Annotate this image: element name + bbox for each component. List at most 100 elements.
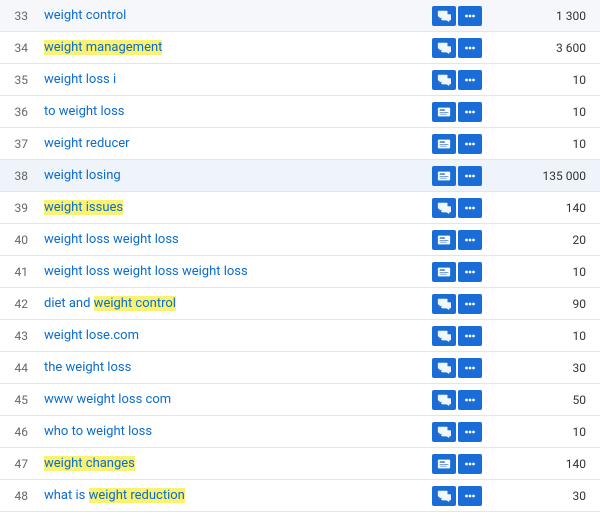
keyword-link[interactable]: weight loss weight loss	[44, 232, 179, 247]
chat-icon[interactable]	[432, 358, 456, 378]
keyword-cell: weight issues	[36, 200, 424, 215]
volume-cell: 20	[490, 233, 600, 247]
chat-icon[interactable]	[432, 6, 456, 26]
volume-cell: 50	[490, 393, 600, 407]
keyword-cell: weight loss weight loss weight loss	[36, 264, 424, 279]
table-row: 47 weight changes 140	[0, 448, 600, 480]
more-icon[interactable]	[458, 6, 482, 26]
more-icon[interactable]	[458, 422, 482, 442]
chat-icon[interactable]	[432, 38, 456, 58]
table-row: 45 www weight loss com 50	[0, 384, 600, 416]
keyword-table: 33 weight control 1 300 34 weight management…	[0, 0, 600, 512]
keyword-link[interactable]: www weight loss com	[44, 392, 171, 407]
table-row: 38 weight losing 135 000	[0, 160, 600, 192]
keyword-cell: weight management	[36, 40, 424, 55]
card-icon[interactable]	[432, 102, 456, 122]
more-icon[interactable]	[458, 102, 482, 122]
row-number: 35	[0, 73, 36, 87]
volume-cell: 140	[490, 457, 600, 471]
row-number: 36	[0, 105, 36, 119]
card-icon[interactable]	[432, 262, 456, 282]
more-icon[interactable]	[458, 294, 482, 314]
volume-cell: 90	[490, 297, 600, 311]
chat-icon[interactable]	[432, 70, 456, 90]
row-number: 38	[0, 169, 36, 183]
keyword-link[interactable]: weight loss i	[44, 72, 116, 87]
chat-icon[interactable]	[432, 294, 456, 314]
keyword-link[interactable]: weight reducer	[44, 136, 130, 151]
table-row: 43weight lose.com10	[0, 320, 600, 352]
row-number: 37	[0, 137, 36, 151]
more-icon[interactable]	[458, 326, 482, 346]
keyword-cell: weight reducer	[36, 136, 424, 151]
keyword-link[interactable]: weight losing	[44, 168, 121, 183]
row-actions	[424, 326, 490, 346]
keyword-link[interactable]: to weight loss	[44, 104, 125, 119]
volume-cell: 10	[490, 73, 600, 87]
row-number: 48	[0, 489, 36, 503]
table-row: 46 who to weight loss 10	[0, 416, 600, 448]
row-number: 47	[0, 457, 36, 471]
keyword-link[interactable]: diet and weight control	[44, 296, 176, 311]
table-row: 40weight loss weight loss20	[0, 224, 600, 256]
row-actions	[424, 102, 490, 122]
chat-icon[interactable]	[432, 326, 456, 346]
table-row: 39weight issues140	[0, 192, 600, 224]
card-icon[interactable]	[432, 230, 456, 250]
keyword-link[interactable]: weight loss weight loss weight loss	[44, 264, 248, 279]
more-icon[interactable]	[458, 454, 482, 474]
card-icon[interactable]	[432, 166, 456, 186]
more-icon[interactable]	[458, 390, 482, 410]
row-actions	[424, 262, 490, 282]
volume-cell: 135 000	[490, 169, 600, 183]
row-number: 43	[0, 329, 36, 343]
more-icon[interactable]	[458, 486, 482, 506]
more-icon[interactable]	[458, 198, 482, 218]
more-icon[interactable]	[458, 230, 482, 250]
keyword-link[interactable]: what is weight reduction	[44, 488, 185, 503]
row-number: 46	[0, 425, 36, 439]
keyword-link[interactable]: weight issues	[44, 200, 123, 215]
volume-cell: 10	[490, 425, 600, 439]
table-row: 41weight loss weight loss weight loss10	[0, 256, 600, 288]
keyword-link[interactable]: weight changes	[44, 456, 135, 471]
row-number: 45	[0, 393, 36, 407]
row-number: 39	[0, 201, 36, 215]
chat-icon[interactable]	[432, 390, 456, 410]
row-number: 41	[0, 265, 36, 279]
more-icon[interactable]	[458, 134, 482, 154]
row-actions	[424, 390, 490, 410]
row-number: 34	[0, 41, 36, 55]
keyword-link[interactable]: who to weight loss	[44, 424, 152, 439]
keyword-link[interactable]: weight control	[44, 8, 126, 23]
row-number: 33	[0, 9, 36, 23]
keyword-link[interactable]: the weight loss	[44, 360, 131, 375]
row-actions	[424, 38, 490, 58]
card-icon[interactable]	[432, 134, 456, 154]
volume-cell: 1 300	[490, 9, 600, 23]
table-row: 35 weight loss i 10	[0, 64, 600, 96]
table-row: 36to weight loss10	[0, 96, 600, 128]
keyword-link[interactable]: weight management	[44, 40, 162, 55]
volume-cell: 10	[490, 137, 600, 151]
more-icon[interactable]	[458, 262, 482, 282]
row-actions	[424, 134, 490, 154]
keyword-cell: weight lose.com	[36, 328, 424, 343]
keyword-cell: weight control	[36, 8, 424, 23]
table-row: 48what is weight reduction30	[0, 480, 600, 512]
row-actions	[424, 198, 490, 218]
table-row: 37 weight reducer 10	[0, 128, 600, 160]
chat-icon[interactable]	[432, 422, 456, 442]
more-icon[interactable]	[458, 358, 482, 378]
card-icon[interactable]	[432, 454, 456, 474]
chat-icon[interactable]	[432, 198, 456, 218]
keyword-cell: diet and weight control	[36, 296, 424, 311]
table-row: 33 weight control 1 300	[0, 0, 600, 32]
keyword-cell: weight changes	[36, 456, 424, 471]
more-icon[interactable]	[458, 38, 482, 58]
chat-icon[interactable]	[432, 486, 456, 506]
keyword-cell: weight loss weight loss	[36, 232, 424, 247]
more-icon[interactable]	[458, 70, 482, 90]
keyword-link[interactable]: weight lose.com	[44, 328, 139, 343]
more-icon[interactable]	[458, 166, 482, 186]
